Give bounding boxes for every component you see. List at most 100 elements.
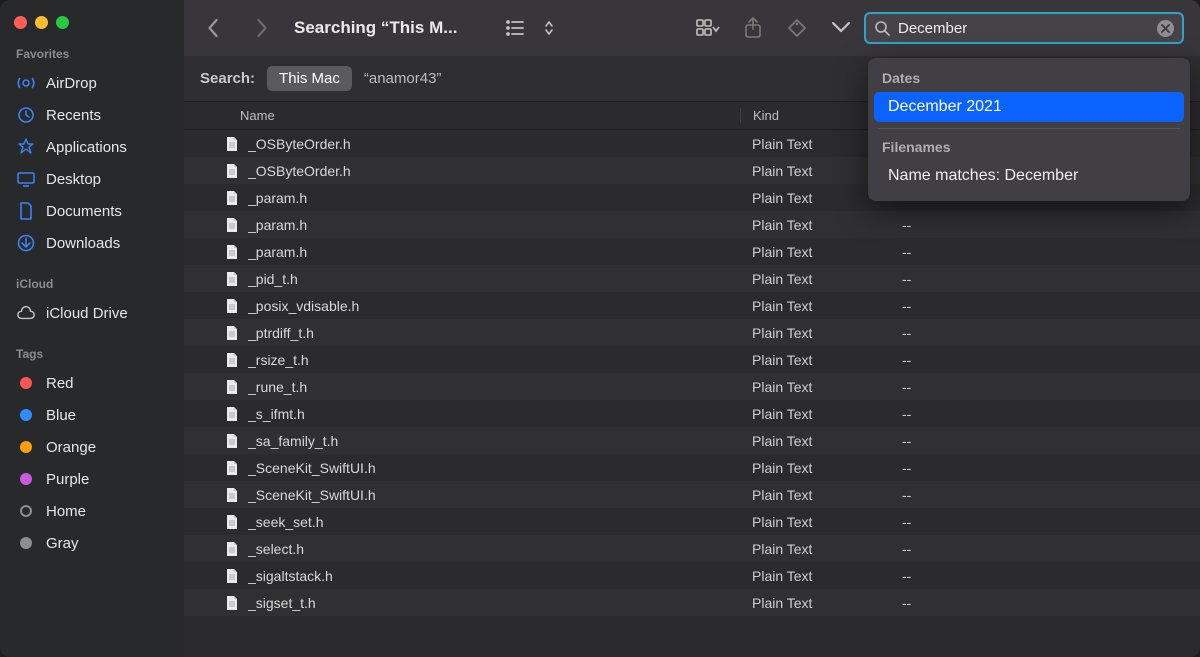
sidebar-section-icloud: iCloud [0, 273, 184, 297]
file-row[interactable]: _pid_t.hPlain Text-- [184, 265, 1200, 292]
file-row[interactable]: _select.hPlain Text-- [184, 535, 1200, 562]
tag-icon [16, 373, 36, 393]
view-list-button[interactable] [504, 15, 530, 41]
tag-icon [16, 533, 36, 553]
sidebar-item-label: Applications [46, 139, 127, 156]
col-name[interactable]: Name [240, 108, 740, 123]
file-date: -- [902, 271, 1184, 287]
tag-dot-icon [20, 441, 32, 453]
file-name: _rune_t.h [248, 379, 742, 395]
close-window-button[interactable] [14, 16, 27, 29]
file-icon [224, 433, 240, 449]
dd-separator [878, 128, 1180, 129]
file-row[interactable]: _rsize_t.hPlain Text-- [184, 346, 1200, 373]
overflow-button[interactable] [828, 15, 854, 41]
sidebar-item-label: Recents [46, 107, 101, 124]
dd-filenames-label: Filenames [868, 135, 1190, 161]
dd-name-option[interactable]: Name matches: December [874, 161, 1184, 191]
back-button[interactable] [200, 15, 226, 41]
file-row[interactable]: _seek_set.hPlain Text-- [184, 508, 1200, 535]
desktop-icon [16, 169, 36, 189]
file-row[interactable]: _ptrdiff_t.hPlain Text-- [184, 319, 1200, 346]
sidebar-item-documents[interactable]: Documents [0, 195, 184, 227]
dd-date-option[interactable]: December 2021 [874, 92, 1184, 122]
sidebar-section-favorites: Favorites [0, 43, 184, 67]
file-name: _sa_family_t.h [248, 433, 742, 449]
sidebar-item-label: Desktop [46, 171, 101, 188]
file-date: -- [902, 217, 1184, 233]
sidebar-tag-orange[interactable]: Orange [0, 431, 184, 463]
scope-label: Search: [200, 70, 255, 87]
cloud-icon [16, 303, 36, 323]
file-icon [224, 487, 240, 503]
file-name: _SceneKit_SwiftUI.h [248, 460, 742, 476]
file-row[interactable]: _rune_t.hPlain Text-- [184, 373, 1200, 400]
sidebar-item-downloads[interactable]: Downloads [0, 227, 184, 259]
documents-icon [16, 201, 36, 221]
file-name: _select.h [248, 541, 742, 557]
file-name: _pid_t.h [248, 271, 742, 287]
search-input[interactable] [898, 20, 1149, 37]
file-row[interactable]: _param.hPlain Text-- [184, 211, 1200, 238]
forward-button[interactable] [248, 15, 274, 41]
file-row[interactable]: _s_ifmt.hPlain Text-- [184, 400, 1200, 427]
file-row[interactable]: _SceneKit_SwiftUI.hPlain Text-- [184, 454, 1200, 481]
scope-this-mac[interactable]: This Mac [267, 66, 352, 91]
file-row[interactable]: _sigset_t.hPlain Text-- [184, 589, 1200, 616]
sidebar-item-label: Gray [46, 535, 79, 552]
file-name: _posix_vdisable.h [248, 298, 742, 314]
zoom-window-button[interactable] [56, 16, 69, 29]
file-name: _OSByteOrder.h [248, 136, 742, 152]
airdrop-icon [16, 73, 36, 93]
clear-search-button[interactable] [1157, 20, 1174, 37]
file-date: -- [902, 244, 1184, 260]
file-kind: Plain Text [742, 298, 902, 314]
file-date: -- [902, 487, 1184, 503]
sidebar-tag-gray[interactable]: Gray [0, 527, 184, 559]
file-date: -- [902, 514, 1184, 530]
dd-dates-label: Dates [868, 66, 1190, 92]
file-row[interactable]: _posix_vdisable.hPlain Text-- [184, 292, 1200, 319]
file-date: -- [902, 541, 1184, 557]
sidebar-item-applications[interactable]: Applications [0, 131, 184, 163]
sidebar-item-label: Downloads [46, 235, 120, 252]
file-icon [224, 352, 240, 368]
file-kind: Plain Text [742, 244, 902, 260]
file-icon [224, 271, 240, 287]
file-row[interactable]: _sa_family_t.hPlain Text-- [184, 427, 1200, 454]
file-kind: Plain Text [742, 379, 902, 395]
file-icon [224, 568, 240, 584]
sidebar-item-icloud-drive[interactable]: iCloud Drive [0, 297, 184, 329]
sidebar-tag-purple[interactable]: Purple [0, 463, 184, 495]
file-icon [224, 244, 240, 260]
window-title: Searching “This M... [294, 18, 494, 38]
file-icon [224, 595, 240, 611]
file-row[interactable]: _param.hPlain Text-- [184, 238, 1200, 265]
view-updown-icon[interactable] [536, 15, 562, 41]
file-date: -- [902, 325, 1184, 341]
sidebar-item-airdrop[interactable]: AirDrop [0, 67, 184, 99]
file-name: _param.h [248, 190, 742, 206]
file-row[interactable]: _SceneKit_SwiftUI.hPlain Text-- [184, 481, 1200, 508]
file-name: _sigaltstack.h [248, 568, 742, 584]
scope-folder[interactable]: “anamor43” [364, 70, 442, 87]
sidebar-tag-home[interactable]: Home [0, 495, 184, 527]
sidebar-tag-red[interactable]: Red [0, 367, 184, 399]
tags-button[interactable] [784, 15, 810, 41]
group-by-button[interactable] [696, 15, 722, 41]
file-row[interactable]: _sigaltstack.hPlain Text-- [184, 562, 1200, 589]
sidebar-item-recents[interactable]: Recents [0, 99, 184, 131]
sidebar-item-label: Documents [46, 203, 122, 220]
sidebar-tag-blue[interactable]: Blue [0, 399, 184, 431]
file-date: -- [902, 379, 1184, 395]
sidebar-item-label: Red [46, 375, 74, 392]
minimize-window-button[interactable] [35, 16, 48, 29]
sidebar-item-desktop[interactable]: Desktop [0, 163, 184, 195]
search-field[interactable] [864, 12, 1184, 44]
file-kind: Plain Text [742, 352, 902, 368]
file-icon [224, 190, 240, 206]
apps-icon [16, 137, 36, 157]
tag-icon [16, 501, 36, 521]
share-button[interactable] [740, 15, 766, 41]
sidebar: Favorites AirDrop Recents Applications Desk… [0, 0, 184, 657]
